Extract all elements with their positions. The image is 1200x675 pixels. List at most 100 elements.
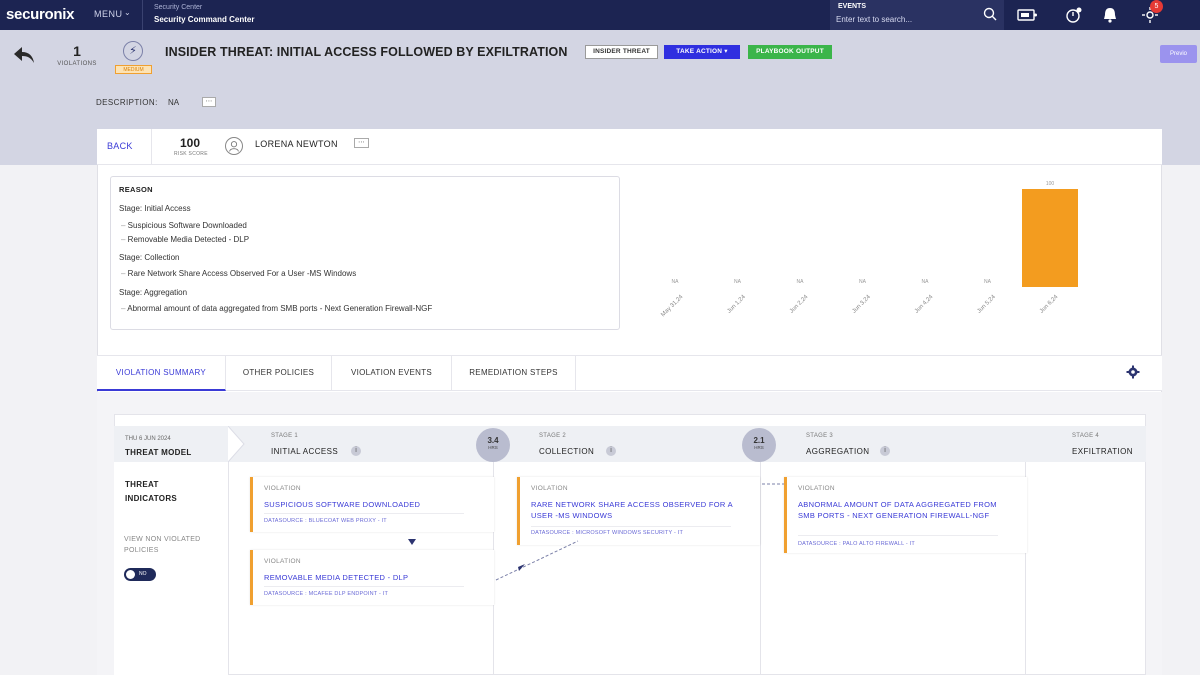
chevron-down-icon: ▾ — [724, 48, 728, 55]
stage-number: STAGE 2 — [539, 433, 566, 439]
chart-tick-label: Jun 6,24 — [1039, 294, 1060, 315]
user-avatar-icon — [225, 137, 243, 155]
violation-label: VIOLATION — [264, 558, 301, 565]
gear-icon[interactable] — [1126, 365, 1140, 379]
back-link[interactable]: BACK — [107, 141, 133, 151]
violation-datasource: DATASOURCE : MCAFEE DLP ENDPOINT - IT — [264, 591, 389, 597]
reason-stage: Stage: Aggregation — [119, 288, 188, 297]
insider-threat-tag: INSIDER THREAT — [585, 45, 658, 59]
risk-score-chart: NA May 31,24 NA Jun 1,24 NA Jun 2,24 NA Jun 3,2… — [660, 181, 1078, 318]
chart-data-label: NA — [984, 279, 992, 285]
violation-title[interactable]: ABNORMAL AMOUNT OF DATA AGGREGATED FROM … — [798, 499, 998, 521]
violation-card[interactable]: VIOLATION REMOVABLE MEDIA DETECTED - DLP… — [250, 550, 494, 605]
violation-label: VIOLATION — [798, 485, 835, 492]
edit-description-button[interactable]: ⋯ — [202, 97, 216, 107]
info-icon[interactable]: i — [880, 446, 890, 456]
previous-button[interactable]: Previo — [1160, 45, 1197, 63]
threat-model-date: THU 6 JUN 2024 — [125, 436, 171, 442]
info-icon[interactable]: i — [351, 446, 361, 456]
page-title: INSIDER THREAT: INITIAL ACCESS FOLLOWED … — [165, 45, 568, 59]
events-search-input[interactable] — [836, 12, 976, 26]
violation-card[interactable]: VIOLATION ABNORMAL AMOUNT OF DATA AGGREG… — [784, 477, 1027, 553]
reply-back-icon[interactable] — [12, 44, 36, 66]
bell-icon[interactable] — [1099, 5, 1121, 25]
chart-tick-label: Jun 1,24 — [726, 294, 747, 315]
flow-connector — [762, 483, 784, 485]
chart-tick-label: Jun 2,24 — [789, 294, 810, 315]
risk-score-value: 100 — [180, 136, 201, 150]
reason-item: Removable Media Detected - DLP — [121, 235, 249, 244]
chart-data-label: NA — [797, 279, 805, 285]
stage-name: EXFILTRATION — [1072, 447, 1133, 456]
chart-tick-label: Jun 4,24 — [914, 294, 935, 315]
reason-title: REASON — [119, 185, 153, 194]
violation-datasource: DATASOURCE : PALO ALTO FIREWALL - IT — [798, 541, 915, 547]
time-gap-value: 2.1 — [753, 436, 765, 445]
toggle-text: NO — [139, 571, 147, 577]
breadcrumb-parent[interactable]: Security Center — [154, 4, 202, 11]
breadcrumb-current: Security Command Center — [154, 15, 255, 24]
chart-data-label: NA — [859, 279, 867, 285]
divider — [798, 535, 998, 536]
stage-name: COLLECTION — [539, 447, 595, 456]
stage-number: STAGE 3 — [806, 433, 833, 439]
user-options-button[interactable]: ⋯ — [354, 138, 369, 148]
chart-data-label: NA — [672, 279, 680, 285]
toggle-knob — [126, 570, 135, 579]
stage-number: STAGE 1 — [271, 433, 298, 439]
violation-title[interactable]: RARE NETWORK SHARE ACCESS OBSERVED FOR A… — [531, 499, 741, 521]
reason-stage: Stage: Initial Access — [119, 204, 191, 213]
arrow-down-icon — [408, 539, 416, 545]
divider — [264, 586, 464, 587]
tab-violation-summary[interactable]: VIOLATION SUMMARY — [97, 355, 226, 391]
time-gap-badge: 3.4 HRS — [476, 428, 510, 462]
chart-tick-label: Jun 5,24 — [976, 294, 997, 315]
threat-model-label: THREAT MODEL — [125, 448, 192, 457]
description-value: NA — [168, 98, 180, 107]
take-action-button[interactable]: TAKE ACTION ▾ — [664, 45, 740, 59]
stage-divider — [760, 462, 761, 675]
camera-icon[interactable] — [1016, 5, 1038, 25]
stage-chevron — [228, 426, 245, 462]
playbook-output-button[interactable]: PLAYBOOK OUTPUT — [748, 45, 832, 59]
view-non-violated-toggle[interactable]: NO — [124, 568, 156, 581]
chevron-down-icon[interactable]: ⌄ — [124, 8, 131, 17]
user-name[interactable]: LORENA NEWTON — [255, 139, 338, 149]
violation-label: VIOLATION — [531, 485, 568, 492]
time-gap-unit: HRS — [754, 445, 764, 450]
search-icon[interactable] — [982, 6, 998, 22]
reason-item: Rare Network Share Access Observed For a… — [121, 269, 357, 278]
divider — [264, 513, 464, 514]
time-gap-value: 3.4 — [487, 436, 499, 445]
reason-stage: Stage: Collection — [119, 253, 180, 262]
timer-icon[interactable] — [1063, 5, 1085, 25]
notification-badge: 5 — [1150, 0, 1163, 13]
policy-flash-icon: ⚡ — [123, 41, 143, 61]
tab-other-policies[interactable]: OTHER POLICIES — [226, 355, 332, 391]
chart-bar[interactable] — [1022, 189, 1078, 287]
violation-card[interactable]: VIOLATION SUSPICIOUS SOFTWARE DOWNLOADED… — [250, 477, 494, 532]
threat-indicators-label: THREAT INDICATORS — [125, 480, 178, 503]
menu-button[interactable]: MENU — [94, 9, 123, 19]
violation-label: VIOLATION — [264, 485, 301, 492]
divider — [142, 0, 143, 30]
events-search-box: EVENTS — [830, 0, 1004, 30]
severity-tag: MEDIUM — [115, 65, 152, 74]
tab-violation-events[interactable]: VIOLATION EVENTS — [332, 355, 452, 391]
securonix-logo[interactable]: securonix — [6, 6, 74, 23]
info-icon[interactable]: i — [606, 446, 616, 456]
stage-number: STAGE 4 — [1072, 433, 1099, 439]
violation-title[interactable]: REMOVABLE MEDIA DETECTED - DLP — [264, 572, 489, 583]
view-non-violated-label: VIEW NON VIOLATED POLICIES — [124, 536, 201, 554]
stage-name: INITIAL ACCESS — [271, 447, 339, 456]
take-action-label: TAKE ACTION — [676, 48, 723, 55]
violation-datasource: DATASOURCE : BLUECOAT WEB PROXY - IT — [264, 518, 387, 524]
divider — [151, 129, 152, 165]
reason-item: Suspicious Software Downloaded — [121, 221, 247, 230]
flow-connector — [495, 540, 579, 581]
tab-remediation-steps[interactable]: REMEDIATION STEPS — [452, 355, 576, 391]
risk-score-label: RISK SCORE — [174, 151, 208, 157]
violation-title[interactable]: SUSPICIOUS SOFTWARE DOWNLOADED — [264, 499, 489, 510]
chart-tick-label: Jun 3,24 — [851, 294, 872, 315]
divider — [531, 526, 731, 527]
